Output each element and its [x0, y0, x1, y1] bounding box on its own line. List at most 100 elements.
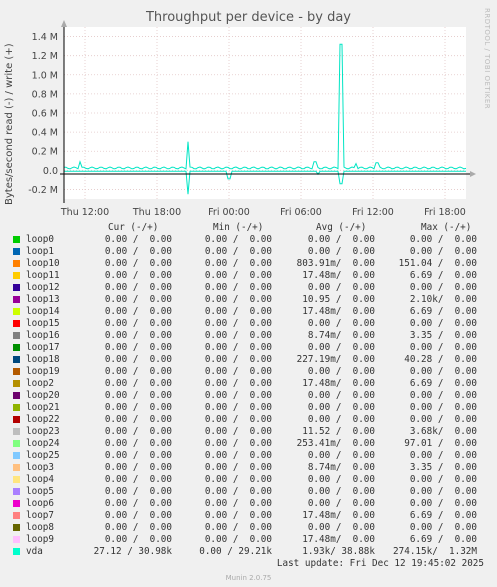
legend-avg: 10.95 / 0.00 [302, 294, 375, 305]
last-update: Last update: Fri Dec 12 19:45:02 2025 [276, 558, 484, 569]
legend-min: 0.00 / 0.00 [204, 258, 272, 269]
x-tick-label: Fri 12:00 [352, 207, 394, 218]
legend-row: loop10 0.00 / 0.00 0.00 / 0.00 803.91m/ 0.0… [0, 258, 497, 270]
legend-avg: 1.93k/ 38.88k [302, 546, 375, 557]
legend-name: loop25 [26, 450, 60, 461]
legend-header-min: Min (-/+) [213, 222, 264, 233]
legend-swatch [13, 332, 20, 339]
legend-name: loop9 [26, 534, 54, 545]
legend-avg: 0.00 / 0.00 [307, 498, 375, 509]
legend-cur: 0.00 / 0.00 [104, 486, 172, 497]
legend-cur: 0.00 / 0.00 [104, 522, 172, 533]
legend-max: 0.00 / 0.00 [409, 390, 477, 401]
legend-max: 0.00 / 0.00 [409, 498, 477, 509]
legend-avg: 8.74m/ 0.00 [307, 462, 375, 473]
legend-name: loop18 [26, 354, 60, 365]
legend-cur: 0.00 / 0.00 [104, 474, 172, 485]
legend-avg: 0.00 / 0.00 [307, 246, 375, 257]
legend-min: 0.00 / 0.00 [204, 366, 272, 377]
legend-avg: 227.19m/ 0.00 [296, 354, 375, 365]
legend-row: loop4 0.00 / 0.00 0.00 / 0.00 0.00 / 0.00 0.… [0, 474, 497, 486]
legend-avg: 0.00 / 0.00 [307, 282, 375, 293]
legend-min: 0.00 / 0.00 [204, 414, 272, 425]
legend-swatch [13, 344, 20, 351]
legend-min: 0.00 / 0.00 [204, 330, 272, 341]
legend-max: 0.00 / 0.00 [409, 234, 477, 245]
legend-avg: 803.91m/ 0.00 [296, 258, 375, 269]
x-tick-label: Thu 18:00 [132, 207, 181, 218]
legend-name: vda [26, 546, 43, 557]
x-tick-label: Fri 00:00 [208, 207, 250, 218]
legend-avg: 17.48m/ 0.00 [302, 534, 375, 545]
legend-max: 2.10k/ 0.00 [409, 294, 477, 305]
legend-avg: 0.00 / 0.00 [307, 366, 375, 377]
y-tick-label: 0.2 M [32, 147, 58, 158]
legend-cur: 0.00 / 0.00 [104, 510, 172, 521]
legend-row: loop6 0.00 / 0.00 0.00 / 0.00 0.00 / 0.00 0.… [0, 498, 497, 510]
legend-min: 0.00 / 0.00 [204, 354, 272, 365]
legend-row: loop3 0.00 / 0.00 0.00 / 0.00 8.74m/ 0.00 3.… [0, 462, 497, 474]
legend-name: loop13 [26, 294, 60, 305]
legend-avg: 17.48m/ 0.00 [302, 510, 375, 521]
legend-max: 97.01 / 0.00 [404, 438, 477, 449]
chart-plot: 1.4 M 1.2 M 1.0 M 0.8 M 0.6 M 0.4 M 0.2 M 0.0 -0… [28, 20, 476, 218]
legend-swatch [13, 416, 20, 423]
legend-avg: 0.00 / 0.00 [307, 390, 375, 401]
legend-min: 0.00 / 0.00 [204, 270, 272, 281]
legend-swatch [13, 500, 20, 507]
legend-cur: 0.00 / 0.00 [104, 462, 172, 473]
legend-min: 0.00 / 0.00 [204, 522, 272, 533]
legend-header-cur: Cur (-/+) [108, 222, 159, 233]
legend-cur: 0.00 / 0.00 [104, 390, 172, 401]
legend-cur: 0.00 / 0.00 [104, 402, 172, 413]
legend-row: loop20 0.00 / 0.00 0.00 / 0.00 0.00 / 0.00 0… [0, 390, 497, 402]
legend-cur: 27.12 / 30.98k [93, 546, 172, 557]
legend-swatch [13, 440, 20, 447]
legend-max: 0.00 / 0.00 [409, 318, 477, 329]
legend-avg: 0.00 / 0.00 [307, 234, 375, 245]
legend-row: loop9 0.00 / 0.00 0.00 / 0.00 17.48m/ 0.00 6… [0, 534, 497, 546]
legend-name: loop7 [26, 510, 54, 521]
legend-avg: 17.48m/ 0.00 [302, 378, 375, 389]
legend-swatch [13, 368, 20, 375]
legend-header-max: Max (-/+) [421, 222, 472, 233]
y-tick-label: 1.2 M [32, 51, 58, 62]
legend-avg: 0.00 / 0.00 [307, 486, 375, 497]
legend-name: loop17 [26, 342, 60, 353]
legend-swatch [13, 404, 20, 411]
legend-swatch [13, 284, 20, 291]
legend-swatch [13, 536, 20, 543]
legend-swatch [13, 488, 20, 495]
legend-avg: 0.00 / 0.00 [307, 522, 375, 533]
legend-max: 0.00 / 0.00 [409, 414, 477, 425]
y-axis-arrow [61, 20, 67, 27]
legend-row: loop22 0.00 / 0.00 0.00 / 0.00 0.00 / 0.00 0… [0, 414, 497, 426]
legend-name: loop0 [26, 234, 54, 245]
legend-cur: 0.00 / 0.00 [104, 258, 172, 269]
legend-name: loop10 [26, 258, 60, 269]
legend-swatch [13, 356, 20, 363]
legend-max: 274.15k/ 1.32M [393, 546, 477, 557]
legend-min: 0.00 / 0.00 [204, 534, 272, 545]
legend-min: 0.00 / 0.00 [204, 234, 272, 245]
x-axis-arrow [470, 171, 476, 177]
legend-min: 0.00 / 0.00 [204, 306, 272, 317]
legend-max: 0.00 / 0.00 [409, 342, 477, 353]
legend-swatch [13, 320, 20, 327]
legend-min: 0.00 / 0.00 [204, 426, 272, 437]
legend-cur: 0.00 / 0.00 [104, 306, 172, 317]
y-tick-label: 1.0 M [32, 70, 58, 81]
legend-row: loop17 0.00 / 0.00 0.00 / 0.00 0.00 / 0.00 0… [0, 342, 497, 354]
legend-row: loop21 0.00 / 0.00 0.00 / 0.00 0.00 / 0.00 0… [0, 402, 497, 414]
legend-max: 0.00 / 0.00 [409, 474, 477, 485]
legend-max: 6.69 / 0.00 [409, 510, 477, 521]
legend-cur: 0.00 / 0.00 [104, 438, 172, 449]
legend-name: loop5 [26, 486, 54, 497]
legend-min: 0.00 / 0.00 [204, 294, 272, 305]
legend-row: loop16 0.00 / 0.00 0.00 / 0.00 8.74m/ 0.00 3… [0, 330, 497, 342]
legend-name: loop3 [26, 462, 54, 473]
legend-swatch [13, 308, 20, 315]
legend-name: loop24 [26, 438, 60, 449]
legend-swatch [13, 392, 20, 399]
y-tick-label: 0.8 M [32, 89, 58, 100]
